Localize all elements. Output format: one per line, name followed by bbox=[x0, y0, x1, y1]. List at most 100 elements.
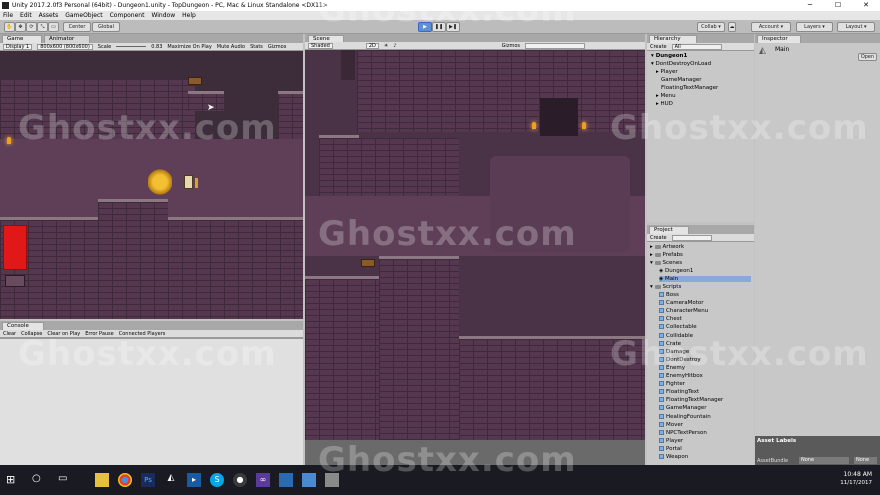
app-icon[interactable] bbox=[325, 473, 339, 487]
project-folder-prefabs[interactable]: ▸ Prefabs bbox=[650, 252, 683, 258]
maximize-button[interactable]: ☐ bbox=[824, 0, 852, 11]
project-scene-main[interactable]: ◈ Main bbox=[659, 276, 751, 282]
project-script-item[interactable]: Boss bbox=[659, 292, 679, 298]
project-folder-scripts[interactable]: ▾ Scripts bbox=[650, 284, 681, 290]
project-script-item[interactable]: CharacterMenu bbox=[659, 308, 708, 314]
hierarchy-item-player[interactable]: ▸ Player bbox=[656, 69, 678, 75]
space-toggle[interactable]: Global bbox=[92, 22, 120, 32]
menu-component[interactable]: Component bbox=[110, 12, 145, 19]
project-scene-dungeon1[interactable]: ◈ Dungeon1 bbox=[659, 268, 693, 274]
unity-taskbar-icon[interactable]: ◭ bbox=[164, 473, 178, 487]
menu-file[interactable]: File bbox=[3, 12, 13, 19]
scene-gizmos-dropdown[interactable]: Gizmos bbox=[502, 43, 520, 49]
tab-project[interactable]: Project bbox=[649, 226, 689, 234]
project-script-item[interactable]: Mover bbox=[659, 421, 683, 428]
rect-tool-icon[interactable]: ▭ bbox=[48, 22, 59, 32]
rotate-tool-icon[interactable]: ⟳ bbox=[26, 22, 37, 32]
close-button[interactable]: ✕ bbox=[852, 0, 880, 11]
project-script-item[interactable]: Collidable bbox=[659, 332, 693, 339]
taskbar-time[interactable]: 10:48 AM bbox=[832, 471, 872, 478]
project-script-item[interactable]: CameraMotor bbox=[659, 300, 703, 306]
console-clear-on-play-toggle[interactable]: Clear on Play bbox=[47, 331, 80, 337]
scene-lighting-icon[interactable]: ☀ bbox=[384, 43, 388, 49]
project-folder-scenes[interactable]: ▾ Scenes bbox=[650, 260, 682, 266]
tab-hierarchy[interactable]: Hierarchy bbox=[649, 35, 697, 43]
tab-game[interactable]: Game bbox=[2, 35, 42, 43]
asset-bundle-variant-dropdown[interactable]: None bbox=[854, 457, 877, 464]
2d-toggle[interactable]: 2D bbox=[365, 42, 379, 49]
menu-button-icon[interactable] bbox=[5, 275, 25, 287]
chrome-icon[interactable] bbox=[118, 473, 132, 487]
skype-icon[interactable]: S bbox=[210, 473, 224, 487]
project-script-item[interactable]: EnemyHitbox bbox=[659, 373, 703, 379]
project-script-item[interactable]: Crate bbox=[659, 340, 681, 347]
resolution-dropdown[interactable]: 800x600 (800x600) bbox=[37, 43, 93, 50]
task-view-icon[interactable]: ▭ bbox=[58, 473, 72, 487]
maximize-on-play-toggle[interactable]: Maximize On Play bbox=[167, 44, 211, 50]
console-connected-players-dropdown[interactable]: Connected Players bbox=[119, 331, 166, 337]
hierarchy-item-gamemanager[interactable]: GameManager bbox=[661, 77, 701, 83]
tab-animator[interactable]: Animator bbox=[44, 35, 90, 43]
project-script-item[interactable]: Portal bbox=[659, 445, 682, 452]
windows-start-icon[interactable]: ⊞ bbox=[6, 473, 20, 487]
menu-edit[interactable]: Edit bbox=[20, 12, 32, 19]
visual-studio-icon[interactable]: ∞ bbox=[256, 473, 270, 487]
github-icon[interactable]: ● bbox=[233, 473, 247, 487]
layout-dropdown[interactable]: Layout ▾ bbox=[837, 22, 875, 32]
file-explorer-icon[interactable] bbox=[95, 473, 109, 487]
scene-audio-icon[interactable]: ♪ bbox=[393, 43, 396, 49]
photoshop-icon[interactable]: Ps bbox=[141, 473, 155, 487]
console-clear-button[interactable]: Clear bbox=[3, 331, 16, 337]
project-script-item[interactable]: Weapon bbox=[659, 454, 688, 460]
hand-tool-icon[interactable]: ✋ bbox=[4, 22, 15, 32]
project-script-item[interactable]: GameManager bbox=[659, 405, 706, 411]
play-button[interactable]: ▶ bbox=[418, 22, 432, 32]
project-script-item[interactable]: Damage bbox=[659, 348, 689, 355]
display-dropdown[interactable]: Display 1 bbox=[3, 43, 33, 50]
project-script-item[interactable]: FloatingTextManager bbox=[659, 397, 723, 403]
asset-bundle-dropdown[interactable]: None bbox=[799, 457, 849, 464]
gizmos-dropdown[interactable]: Gizmos bbox=[268, 44, 286, 50]
collab-dropdown[interactable]: Collab ▾ bbox=[697, 22, 725, 32]
project-script-item[interactable]: DontDestroy bbox=[659, 356, 701, 363]
project-script-item[interactable]: HealingFountain bbox=[659, 413, 711, 420]
project-folder-artwork[interactable]: ▸ Artwork bbox=[650, 244, 684, 250]
console-error-pause-toggle[interactable]: Error Pause bbox=[85, 331, 113, 337]
menu-assets[interactable]: Assets bbox=[39, 12, 59, 19]
project-script-item[interactable]: Player bbox=[659, 437, 683, 444]
console-collapse-toggle[interactable]: Collapse bbox=[21, 331, 42, 337]
search-icon[interactable]: ○ bbox=[32, 473, 46, 487]
minimize-button[interactable]: ─ bbox=[796, 0, 824, 11]
account-dropdown[interactable]: Account ▾ bbox=[751, 22, 791, 32]
hierarchy-create-dropdown[interactable]: Create bbox=[650, 44, 667, 50]
hierarchy-item-dungeon1[interactable]: ▾ Dungeon1 bbox=[651, 53, 687, 59]
terminal-icon[interactable]: ▸ bbox=[187, 473, 201, 487]
tab-console[interactable]: Console bbox=[2, 322, 44, 330]
layers-dropdown[interactable]: Layers ▾ bbox=[796, 22, 833, 32]
taskbar-date[interactable]: 11/17/2017 bbox=[832, 480, 872, 486]
hierarchy-item-menu[interactable]: ▸ Menu bbox=[656, 93, 676, 99]
project-script-item[interactable]: Collectable bbox=[659, 324, 697, 330]
open-button[interactable]: Open bbox=[858, 53, 877, 61]
hierarchy-item-dontdestroyonload[interactable]: ▾ DontDestroyOnLoad bbox=[651, 61, 711, 67]
pause-button[interactable]: ❚❚ bbox=[432, 22, 446, 32]
scene-view[interactable] bbox=[305, 50, 645, 440]
shading-dropdown[interactable]: Shaded bbox=[308, 42, 333, 49]
project-create-dropdown[interactable]: Create bbox=[650, 235, 667, 241]
game-view[interactable]: ➤ bbox=[0, 51, 303, 319]
console-log-area[interactable] bbox=[0, 338, 303, 465]
tab-inspector[interactable]: Inspector bbox=[757, 35, 801, 43]
menu-help[interactable]: Help bbox=[182, 12, 196, 19]
scene-search-input[interactable] bbox=[525, 42, 585, 49]
project-script-item[interactable]: Enemy bbox=[659, 364, 685, 371]
project-script-item[interactable]: FloatingText bbox=[659, 389, 699, 395]
menu-gameobject[interactable]: GameObject bbox=[65, 12, 102, 19]
hierarchy-item-hud[interactable]: ▸ HUD bbox=[656, 101, 673, 107]
project-search-input[interactable] bbox=[671, 234, 712, 241]
move-tool-icon[interactable]: ✥ bbox=[15, 22, 26, 32]
scale-slider[interactable] bbox=[116, 46, 147, 47]
project-script-item[interactable]: Chest bbox=[659, 316, 682, 322]
step-button[interactable]: ▶❚ bbox=[446, 22, 460, 32]
menu-window[interactable]: Window bbox=[151, 12, 175, 19]
project-script-item[interactable]: NPCTextPerson bbox=[659, 429, 707, 436]
